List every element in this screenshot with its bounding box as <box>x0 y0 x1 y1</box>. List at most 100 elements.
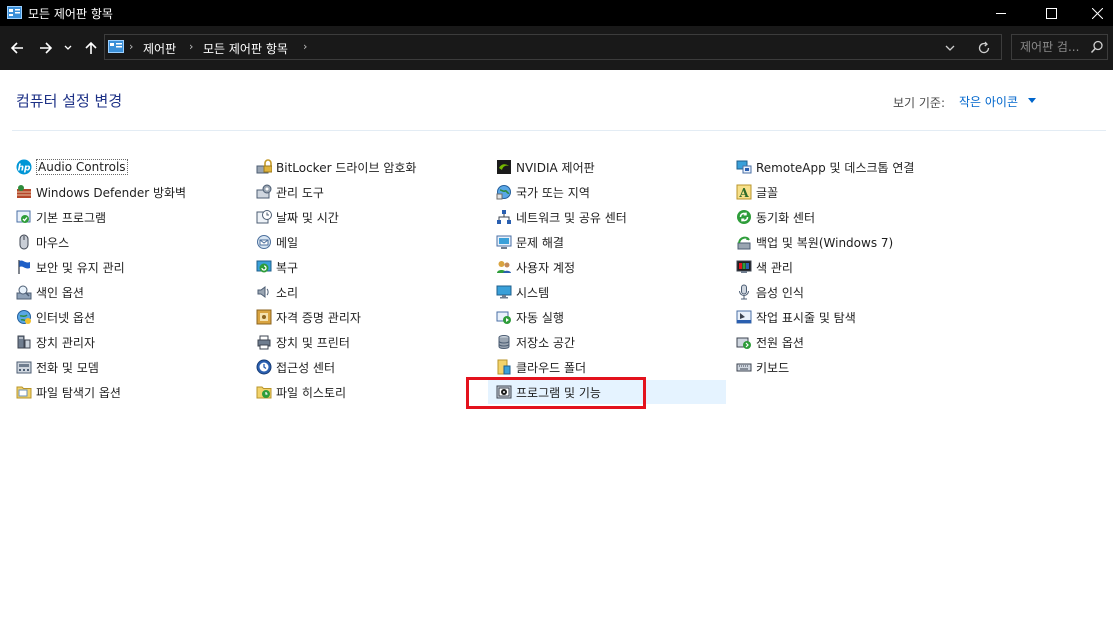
item-ease-of-access[interactable]: 접근성 센터 <box>248 355 482 379</box>
storage-icon <box>496 334 512 350</box>
accessibility-icon <box>256 359 272 375</box>
item-mouse[interactable]: 마우스 <box>8 230 242 254</box>
item-user-accounts[interactable]: 사용자 계정 <box>488 255 722 279</box>
item-mail[interactable]: 메일 <box>248 230 482 254</box>
caret-down-icon[interactable] <box>1028 98 1036 103</box>
backup-icon <box>736 234 752 250</box>
item-device-manager[interactable]: 장치 관리자 <box>8 330 242 354</box>
item-system[interactable]: 시스템 <box>488 280 722 304</box>
up-button[interactable] <box>82 39 100 57</box>
window-title: 모든 제어판 항목 <box>28 7 113 21</box>
close-icon <box>1091 7 1103 19</box>
chevron-down-icon <box>64 45 72 50</box>
search-box[interactable] <box>1011 34 1108 60</box>
svg-text:hp: hp <box>18 164 31 174</box>
mail-icon <box>256 234 272 250</box>
view-by-dropdown[interactable]: 작은 아이콘 <box>959 93 1018 110</box>
maximize-button[interactable] <box>1028 0 1074 26</box>
address-bar[interactable]: › 제어판 › 모든 제어판 항목 › <box>104 34 1002 60</box>
item-color-management[interactable]: 색 관리 <box>728 255 962 279</box>
item-programs-features[interactable]: 프로그램 및 기능 <box>488 380 726 404</box>
page-title: 컴퓨터 설정 변경 <box>16 92 123 110</box>
programs-features-icon <box>496 384 512 400</box>
back-button[interactable] <box>8 39 26 57</box>
chevron-right-icon[interactable]: › <box>129 40 133 53</box>
device-manager-icon <box>16 334 32 350</box>
navigation-toolbar: › 제어판 › 모든 제어판 항목 › <box>0 26 1113 70</box>
item-default-programs[interactable]: 기본 프로그램 <box>8 205 242 229</box>
item-admin-tools[interactable]: 관리 도구 <box>248 180 482 204</box>
sync-icon <box>736 209 752 225</box>
item-recovery[interactable]: 복구 <box>248 255 482 279</box>
microphone-icon <box>736 284 752 300</box>
refresh-icon <box>978 41 990 54</box>
item-sync-center[interactable]: 동기화 센터 <box>728 205 962 229</box>
view-by-label: 보기 기준: <box>893 96 946 110</box>
item-cloud-folder[interactable]: 클라우드 폴더 <box>488 355 722 379</box>
close-button[interactable] <box>1074 0 1113 26</box>
network-icon <box>496 209 512 225</box>
item-phone-modem[interactable]: 전화 및 모뎀 <box>8 355 242 379</box>
svg-text:A: A <box>738 186 749 200</box>
minimize-button[interactable] <box>978 0 1024 26</box>
item-power-options[interactable]: 전원 옵션 <box>728 330 962 354</box>
item-keyboard[interactable]: 키보드 <box>728 355 962 379</box>
search-input[interactable] <box>1012 35 1096 59</box>
control-panel-icon <box>108 40 124 53</box>
arrow-right-icon <box>40 42 53 54</box>
chevron-right-icon[interactable]: › <box>189 40 193 53</box>
keyboard-icon <box>736 359 752 375</box>
system-icon <box>496 284 512 300</box>
item-speech-recognition[interactable]: 음성 인식 <box>728 280 962 304</box>
item-devices-printers[interactable]: 장치 및 프린터 <box>248 330 482 354</box>
power-icon <box>736 334 752 350</box>
forward-button[interactable] <box>37 39 55 57</box>
item-region[interactable]: 국가 또는 지역 <box>488 180 722 204</box>
item-backup-restore[interactable]: 백업 및 복원(Windows 7) <box>728 230 962 254</box>
item-security-maintenance[interactable]: 보안 및 유지 관리 <box>8 255 242 279</box>
item-windows-firewall[interactable]: Windows Defender 방화벽 <box>8 180 242 204</box>
chevron-down-icon <box>945 45 955 51</box>
item-network-sharing[interactable]: 네트워크 및 공유 센터 <box>488 205 722 229</box>
item-credential-manager[interactable]: 자격 증명 관리자 <box>248 305 482 329</box>
item-date-time[interactable]: 날짜 및 시간 <box>248 205 482 229</box>
item-audio-controls[interactable]: hp Audio Controls <box>8 155 242 179</box>
taskbar-icon <box>736 309 752 325</box>
recent-locations-button[interactable] <box>62 39 74 57</box>
speaker-icon <box>256 284 272 300</box>
hp-icon: hp <box>16 159 32 175</box>
item-storage-spaces[interactable]: 저장소 공간 <box>488 330 722 354</box>
item-remoteapp[interactable]: RemoteApp 및 데스크톱 연결 <box>728 155 962 179</box>
region-icon <box>496 184 512 200</box>
search-icon[interactable] <box>1090 40 1104 54</box>
item-taskbar-navigation[interactable]: 작업 표시줄 및 탐색 <box>728 305 962 329</box>
autoplay-icon <box>496 309 512 325</box>
mouse-icon <box>16 234 32 250</box>
breadcrumb-control-panel[interactable]: 제어판 <box>143 40 176 57</box>
control-panel-icon <box>7 6 22 19</box>
title-bar: 모든 제어판 항목 <box>0 0 1113 26</box>
item-file-history[interactable]: 파일 히스토리 <box>248 380 482 404</box>
admin-tools-icon <box>256 184 272 200</box>
item-file-explorer-options[interactable]: 파일 탐색기 옵션 <box>8 380 242 404</box>
item-troubleshooting[interactable]: 문제 해결 <box>488 230 722 254</box>
arrow-left-icon <box>10 42 23 54</box>
remoteapp-icon <box>736 159 752 175</box>
refresh-button[interactable] <box>975 39 993 57</box>
item-autoplay[interactable]: 자동 실행 <box>488 305 722 329</box>
chevron-right-icon[interactable]: › <box>303 40 307 53</box>
flag-icon <box>16 259 32 275</box>
item-fonts[interactable]: A 글꼴 <box>728 180 962 204</box>
item-bitlocker[interactable]: BitLocker 드라이브 암호화 <box>248 155 482 179</box>
file-history-icon <box>256 384 272 400</box>
address-history-button[interactable] <box>942 40 958 56</box>
item-indexing-options[interactable]: 색인 옵션 <box>8 280 242 304</box>
item-internet-options[interactable]: 인터넷 옵션 <box>8 305 242 329</box>
recovery-icon <box>256 259 272 275</box>
breadcrumb-all-items[interactable]: 모든 제어판 항목 <box>203 40 288 57</box>
cloud-folder-icon <box>496 359 512 375</box>
arrow-up-icon <box>85 41 97 54</box>
item-nvidia-control-panel[interactable]: NVIDIA 제어판 <box>488 155 722 179</box>
item-sound[interactable]: 소리 <box>248 280 482 304</box>
fonts-icon: A <box>736 184 752 200</box>
